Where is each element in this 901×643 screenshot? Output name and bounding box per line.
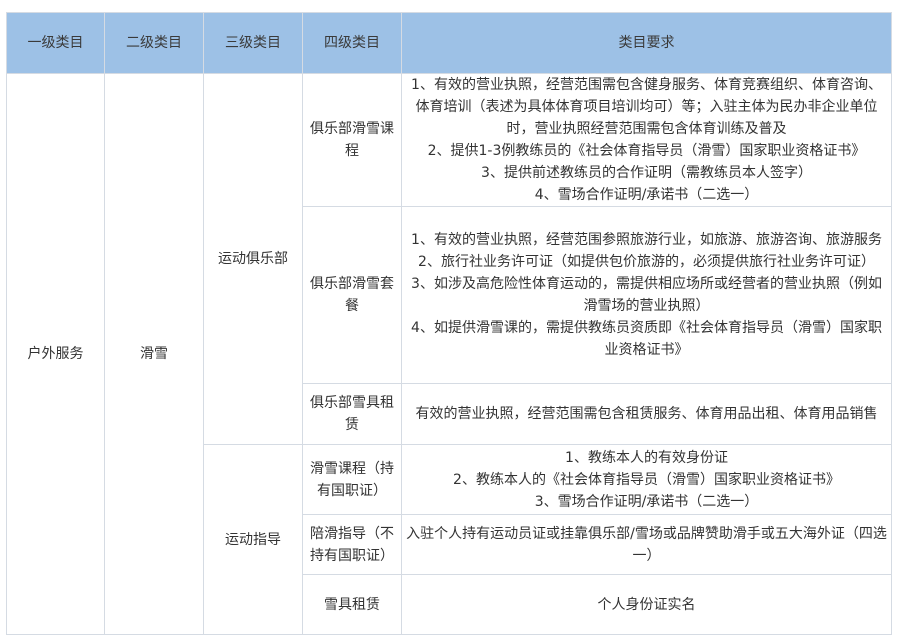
requirement-line: 1、教练本人的有效身份证 (565, 449, 728, 466)
requirement-line: 入驻个人持有运动员证或挂靠俱乐部/雪场或品牌赞助滑手或五大海外证（四选一） (406, 525, 887, 564)
requirement-line: 3、雪场合作证明/承诺书（二选一） (534, 493, 759, 510)
level3-cell: 运动指导 (203, 444, 303, 635)
level3-cell: 运动俱乐部 (203, 73, 303, 445)
header-level4: 四级类目 (302, 12, 402, 74)
requirement-line: 1、有效的营业执照，经营范围参照旅游行业，如旅游、旅游咨询、旅游服务 (411, 232, 882, 248)
requirements-cell: 有效的营业执照，经营范围需包含租赁服务、体育用品出租、体育用品销售 (401, 383, 892, 445)
level4-cell: 俱乐部雪具租赁 (302, 383, 402, 445)
requirement-line: 有效的营业执照，经营范围需包含租赁服务、体育用品出租、体育用品销售 (415, 406, 878, 422)
level4-cell: 雪具租赁 (302, 574, 402, 635)
requirement-line: 3、如涉及高危险性体育运动的，需提供相应场所或经营者的营业执照（例如滑雪场的营业… (411, 276, 882, 314)
table-header-row: 一级类目 二级类目 三级类目 四级类目 类目要求 (6, 12, 892, 74)
requirement-line: 2、教练本人的《社会体育指导员（滑雪）国家职业资格证书》 (453, 471, 840, 488)
table-row: 户外服务 滑雪 运动俱乐部 俱乐部滑雪课程 1、有效的营业执照，经营范围需包含健… (6, 73, 892, 635)
level4-cell: 陪滑指导（不持有国职证） (302, 514, 402, 575)
requirement-line: 1、有效的营业执照，经营范围需包含健身服务、体育竞赛组织、体育咨询、体育培训（表… (411, 77, 882, 137)
requirement-line: 3、提供前述教练员的合作证明（需教练员本人签字） (481, 165, 812, 181)
level1-cell: 户外服务 (6, 73, 105, 635)
header-level3: 三级类目 (203, 12, 303, 74)
level4-cell: 俱乐部滑雪课程 (302, 73, 402, 207)
requirements-cell: 个人身份证实名 (401, 574, 892, 635)
requirement-line: 2、旅行社业务许可证（如提供包价旅游的，必须提供旅行社业务许可证） (418, 254, 875, 270)
requirements-cell: 1、教练本人的有效身份证 2、教练本人的《社会体育指导员（滑雪）国家职业资格证书… (401, 444, 892, 515)
requirements-cell: 1、有效的营业执照，经营范围参照旅游行业，如旅游、旅游咨询、旅游服务 2、旅行社… (401, 206, 892, 384)
requirement-line: 2、提供1-3例教练员的《社会体育指导员（滑雪）国家职业资格证书》 (427, 143, 866, 159)
header-requirements: 类目要求 (401, 12, 892, 74)
requirements-cell: 入驻个人持有运动员证或挂靠俱乐部/雪场或品牌赞助滑手或五大海外证（四选一） (401, 514, 892, 575)
header-level2: 二级类目 (104, 12, 204, 74)
level2-cell: 滑雪 (104, 73, 204, 635)
level4-cell: 滑雪课程（持有国职证） (302, 444, 402, 515)
requirement-line: 个人身份证实名 (597, 596, 696, 613)
requirements-cell: 1、有效的营业执照，经营范围需包含健身服务、体育竞赛组织、体育咨询、体育培训（表… (401, 73, 892, 207)
category-requirements-table: 一级类目 二级类目 三级类目 四级类目 类目要求 户外服务 滑雪 运动俱乐部 俱… (6, 12, 892, 635)
header-level1: 一级类目 (6, 12, 105, 74)
level4-cell: 俱乐部滑雪套餐 (302, 206, 402, 384)
requirement-line: 4、如提供滑雪课的，需提供教练员资质即《社会体育指导员（滑雪）国家职业资格证书》 (411, 320, 882, 358)
requirement-line: 4、雪场合作证明/承诺书（二选一） (534, 187, 759, 203)
